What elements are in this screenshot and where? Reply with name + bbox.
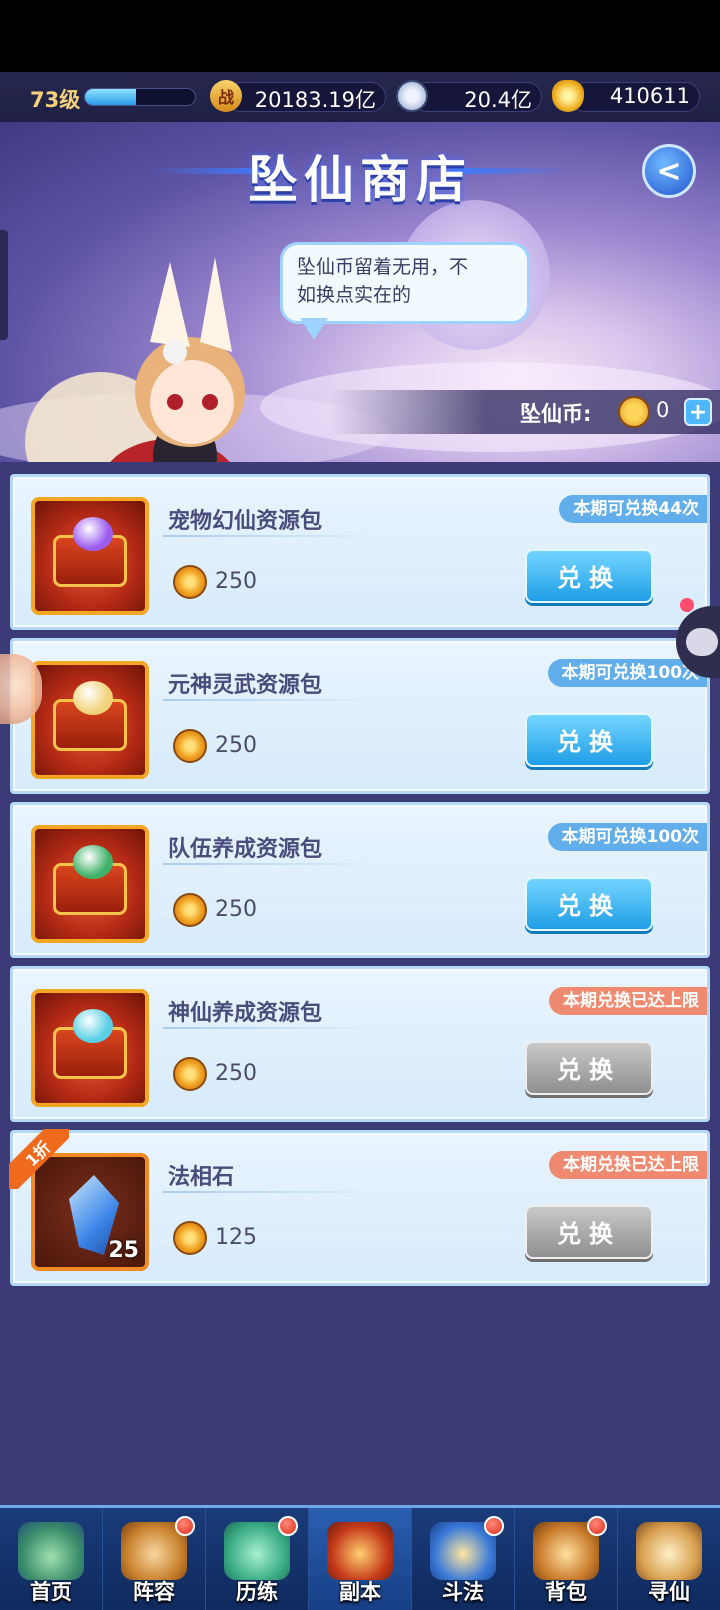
- item-name: 神仙养成资源包: [168, 1001, 323, 1026]
- nav-item-home[interactable]: 首页: [0, 1508, 103, 1610]
- currency-label: 坠仙币:: [520, 402, 592, 426]
- exchange-button[interactable]: 兑换: [525, 713, 653, 767]
- spirit-weapon-chest-icon: [31, 661, 149, 779]
- item-price: 250: [215, 897, 257, 922]
- nav-item-battle[interactable]: 斗法: [412, 1508, 515, 1610]
- exchange-limit-badge: 本期可兑换44次: [559, 495, 707, 523]
- nav-item-training[interactable]: 历练: [206, 1508, 309, 1610]
- shop-item-card: 元神灵武资源包 250 本期可兑换100次 兑换: [10, 638, 710, 794]
- gem-decoration: [73, 517, 113, 551]
- item-name: 元神灵武资源包: [168, 673, 323, 698]
- shop-item-card: 神仙养成资源包 250 本期兑换已达上限 兑换: [10, 966, 710, 1122]
- item-price: 250: [215, 1061, 257, 1086]
- team-growth-chest-icon: [31, 825, 149, 943]
- divider: [163, 1191, 383, 1193]
- exchange-button-disabled[interactable]: 兑换: [525, 1205, 653, 1259]
- back-button[interactable]: <: [642, 144, 696, 198]
- xp-progress-bar: [84, 88, 196, 106]
- notification-dot: [175, 1516, 195, 1536]
- shop-banner: 坠仙商店 < 坠仙币留着无用，不 如换点实在的 坠仙币: 0 +: [0, 122, 720, 462]
- pet-resource-chest-icon: [31, 497, 149, 615]
- exchange-limit-badge: 本期兑换已达上限: [549, 1151, 707, 1179]
- shop-item-card: 宠物幻仙资源包 250 本期可兑换44次 兑换: [10, 474, 710, 630]
- side-panel-handle[interactable]: [0, 230, 8, 340]
- bottom-navigation: 首页 阵容 历练 副本 斗法 背包 寻仙: [0, 1505, 720, 1610]
- exchange-button[interactable]: 兑换: [525, 549, 653, 603]
- zhuixian-coin-icon: [173, 729, 207, 763]
- crystal-decoration: [73, 1009, 113, 1043]
- exchange-limit-badge: 本期可兑换100次: [547, 823, 707, 851]
- item-name: 法相石: [168, 1165, 235, 1190]
- currency-balance: 坠仙币: 0 +: [330, 390, 720, 434]
- nav-item-bag[interactable]: 背包: [515, 1508, 618, 1610]
- item-name: 宠物幻仙资源包: [168, 509, 323, 534]
- item-name: 队伍养成资源包: [168, 837, 323, 862]
- speech-bubble-tail: [300, 318, 328, 340]
- dungeon-icon: [327, 1522, 393, 1580]
- combat-power-value: 20183.19亿: [254, 88, 376, 112]
- combat-power-icon: 战: [210, 80, 242, 112]
- immortal-growth-chest-icon: [31, 989, 149, 1107]
- speech-bubble: 坠仙币留着无用，不 如换点实在的: [280, 242, 530, 324]
- nav-label: 副本: [339, 1580, 381, 1604]
- zhuixian-coin-icon: [173, 1057, 207, 1091]
- shop-item-card: 25 1折 法相石 125 本期兑换已达上限 兑换: [9, 1129, 710, 1286]
- item-price: 250: [215, 569, 257, 594]
- zhuixian-coin-icon: [173, 1221, 207, 1255]
- scroll-decoration: [73, 681, 113, 715]
- item-price: 250: [215, 733, 257, 758]
- xp-progress-fill: [85, 89, 136, 105]
- status-bar-area: [0, 0, 720, 72]
- nav-item-dungeon[interactable]: 副本: [309, 1508, 412, 1610]
- notification-dot: [278, 1516, 298, 1536]
- exchange-button-disabled[interactable]: 兑换: [525, 1041, 653, 1095]
- zhuixian-coin-icon: [173, 893, 207, 927]
- notification-dot: [680, 598, 694, 612]
- speech-line-2: 如换点实在的: [297, 284, 412, 306]
- divider: [163, 699, 383, 701]
- player-level: 73级: [30, 88, 81, 112]
- item-quantity: 25: [108, 1238, 139, 1263]
- exchange-limit-badge: 本期兑换已达上限: [549, 987, 707, 1015]
- gold-ingot-icon: [552, 80, 584, 112]
- zhuixian-coin-icon: [173, 565, 207, 599]
- silver-coin-icon: [396, 80, 428, 112]
- silver-value: 20.4亿: [464, 88, 532, 112]
- divider: [163, 863, 383, 865]
- speech-line-1: 坠仙币留着无用，不: [297, 256, 469, 278]
- chat-bubble-icon: [686, 628, 718, 656]
- nav-label: 背包: [545, 1580, 587, 1604]
- nav-label: 首页: [30, 1580, 72, 1604]
- nav-item-seek-immortal[interactable]: 寻仙: [618, 1508, 720, 1610]
- discount-label: 1折: [9, 1129, 69, 1189]
- item-price: 125: [215, 1225, 257, 1250]
- shop-item-card: 队伍养成资源包 250 本期可兑换100次 兑换: [10, 802, 710, 958]
- nav-label: 历练: [236, 1580, 278, 1604]
- notification-dot: [587, 1516, 607, 1536]
- home-icon: [18, 1522, 84, 1580]
- notification-dot: [484, 1516, 504, 1536]
- divider: [163, 535, 383, 537]
- resource-bar: 73级 战 20183.19亿 20.4亿 410611: [0, 72, 720, 122]
- nav-label: 寻仙: [648, 1580, 690, 1604]
- back-arrow-icon: <: [656, 153, 682, 189]
- zhuixian-coin-icon: [618, 396, 650, 428]
- nav-label: 阵容: [133, 1580, 175, 1604]
- discount-ribbon: 1折: [9, 1129, 69, 1189]
- add-currency-button[interactable]: +: [684, 398, 712, 426]
- currency-value: 0: [656, 398, 670, 422]
- fox-mascot-illustration: [25, 257, 245, 462]
- exchange-button[interactable]: 兑换: [525, 877, 653, 931]
- seek-immortal-icon: [636, 1522, 702, 1580]
- nav-label: 斗法: [442, 1580, 484, 1604]
- jade-decoration: [73, 845, 113, 879]
- gold-value: 410611: [609, 84, 690, 108]
- divider: [163, 1027, 383, 1029]
- nav-item-lineup[interactable]: 阵容: [103, 1508, 206, 1610]
